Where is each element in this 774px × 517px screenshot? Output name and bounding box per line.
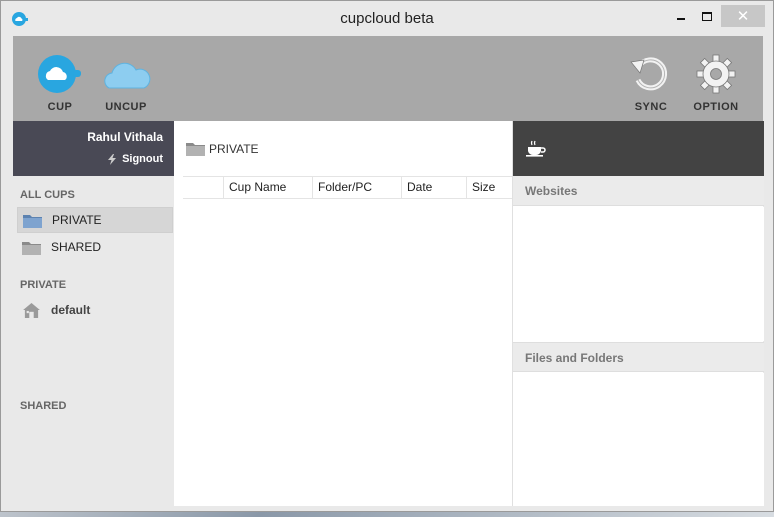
sidebar-item-private[interactable]: PRIVATE (17, 207, 173, 233)
user-name: Rahul Vithala (87, 130, 163, 144)
gear-icon (696, 54, 736, 94)
column-header-select[interactable] (183, 177, 223, 198)
toolbar: CUP UNCUP SYNC OPTION (13, 36, 763, 121)
uncup-label: UNCUP (105, 101, 147, 113)
signout-link[interactable]: Signout (108, 153, 163, 165)
column-header-folder-pc[interactable]: Folder/PC (312, 177, 401, 198)
sync-icon (630, 57, 668, 91)
column-header-date[interactable]: Date (401, 177, 466, 198)
sidebar-item-default[interactable]: default (17, 297, 173, 323)
shared-title: SHARED (20, 400, 67, 412)
all-cups-title: ALL CUPS (20, 189, 75, 201)
sidebar-item-label: default (51, 303, 91, 317)
signout-label: Signout (122, 153, 163, 165)
cup-cloud-icon (38, 55, 81, 93)
cup-button[interactable]: CUP (28, 36, 92, 121)
column-header-cup-name[interactable]: Cup Name (223, 177, 312, 198)
title-bar: cupcloud beta ✕ (1, 1, 773, 36)
folder-gray-icon (186, 143, 205, 156)
uncup-cloud-icon (104, 62, 151, 89)
folder-gray-icon (22, 241, 41, 255)
window-title: cupcloud beta (340, 10, 434, 27)
main-content: PRIVATE Cup Name Folder/PC Date Size (174, 121, 512, 506)
private-title: PRIVATE (20, 279, 67, 291)
app-window: cupcloud beta ✕ CUP UNCUP SYNC OPTION Ra… (0, 0, 774, 512)
column-header-size[interactable]: Size (466, 177, 512, 198)
minimize-icon (677, 18, 685, 20)
maximize-button[interactable] (695, 5, 719, 27)
sidebar-item-label: PRIVATE (52, 213, 102, 227)
files-section-title: Files and Folders (513, 342, 764, 372)
uncup-button[interactable]: UNCUP (94, 36, 158, 121)
cup-label: CUP (47, 101, 73, 113)
minimize-button[interactable] (669, 5, 693, 27)
close-button[interactable]: ✕ (721, 5, 765, 27)
maximize-icon (702, 11, 712, 21)
sync-label: SYNC (634, 101, 668, 113)
option-label: OPTION (693, 101, 739, 113)
close-icon: ✕ (736, 8, 750, 25)
sidebar-item-label: SHARED (51, 240, 102, 254)
user-panel: Rahul Vithala Signout (13, 121, 174, 176)
sidebar: Rahul Vithala Signout ALL CUPS PRIVATE S… (13, 121, 174, 506)
coffee-cup-icon (526, 140, 546, 157)
folder-blue-icon (23, 214, 42, 228)
websites-section-title: Websites (513, 176, 764, 206)
details-panel: Websites Files and Folders (512, 121, 764, 506)
option-button[interactable]: OPTION (684, 36, 748, 121)
websites-list (513, 207, 764, 341)
table-header: Cup Name Folder/PC Date Size (183, 176, 512, 199)
sidebar-item-shared[interactable]: SHARED (17, 234, 173, 260)
lightning-icon (108, 153, 117, 165)
house-icon (23, 302, 40, 318)
sync-button[interactable]: SYNC (619, 36, 683, 121)
current-folder-label: PRIVATE (209, 141, 259, 156)
details-header (513, 121, 764, 176)
breadcrumb: PRIVATE (186, 141, 259, 156)
files-list (513, 373, 764, 506)
